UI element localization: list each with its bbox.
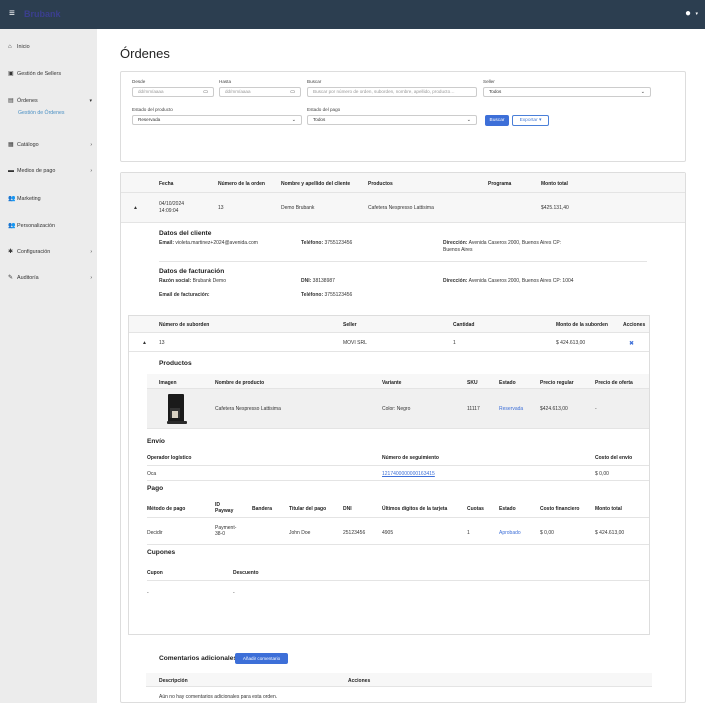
chevron-down-icon: ⌄ xyxy=(291,117,296,123)
main-content: Órdenes Desde dd/mm/aaaa ▭ Hasta dd/mm/a… xyxy=(97,29,705,703)
users-icon: 👥 xyxy=(8,223,16,229)
estado-pago-label: Estado del pago xyxy=(307,107,341,112)
tracking-link[interactable]: 1217400000000163415 xyxy=(382,471,435,477)
sidebar-item-label: Medios de pago xyxy=(17,168,56,174)
sidebar-item-marketing[interactable]: 👥 Marketing xyxy=(8,195,92,203)
chevron-right-icon: › xyxy=(90,248,92,255)
desde-date-input[interactable]: dd/mm/aaaa ▭ xyxy=(132,87,214,97)
sidebar-item-label: Órdenes xyxy=(17,97,38,104)
sidebar-item-catalogo[interactable]: ▦ Catálogo › xyxy=(8,141,92,149)
section-title: Datos de facturación xyxy=(159,268,225,275)
seller-select[interactable]: Todos ⌄ xyxy=(483,87,651,97)
book-icon: ▦ xyxy=(8,142,14,148)
user-menu-caret-icon[interactable]: ▾ xyxy=(695,11,698,17)
coffee-machine-image xyxy=(167,394,187,424)
estado-pago-select[interactable]: Todos ⌄ xyxy=(307,115,477,125)
buscar-label: Buscar xyxy=(307,79,322,84)
sidebar-item-personalizacion[interactable]: 👥 Personalización xyxy=(8,222,92,230)
search-button[interactable]: Buscar xyxy=(485,115,509,126)
sidebar-item-label: Catálogo xyxy=(17,141,39,148)
hamburger-menu-icon[interactable]: ≡ xyxy=(9,9,15,19)
sidebar-item-ordenes[interactable]: ▤ Órdenes ▾ xyxy=(8,97,92,105)
chevron-down-icon: ⌄ xyxy=(640,89,645,95)
empty-comments-text: Aún no hay comentarios adicionales para … xyxy=(159,694,278,700)
list-icon: ▤ xyxy=(8,98,14,104)
hasta-date-input[interactable]: dd/mm/aaaa ▭ xyxy=(219,87,301,97)
chevron-right-icon: › xyxy=(90,274,92,281)
edit-icon: ✎ xyxy=(8,275,14,281)
desde-label: Desde xyxy=(132,79,146,84)
calendar-icon: ▭ xyxy=(290,89,295,95)
section-title: Comentarios adicionales xyxy=(159,655,238,662)
store-icon: ▣ xyxy=(8,71,14,77)
status-badge: Reservada xyxy=(499,406,524,412)
sidebar-item-label: Inicio xyxy=(17,44,30,50)
sidebar-item-configuracion[interactable]: ✱ Configuración › xyxy=(8,248,92,256)
chevron-right-icon: › xyxy=(90,168,92,174)
sidebar: ⌂ Inicio ▣ Gestión de Sellers ▤ Órdenes … xyxy=(0,29,97,703)
user-icon[interactable]: ● xyxy=(685,8,691,19)
sidebar-item-label: Personalización xyxy=(17,222,56,229)
seller-label: Seller xyxy=(483,79,495,84)
chevron-right-icon: › xyxy=(90,141,92,148)
suborder-panel: Número de suborden Seller Cantidad Monto… xyxy=(128,315,650,635)
estado-producto-label: Estado del producto xyxy=(132,107,173,112)
card-icon: ▬ xyxy=(8,168,14,174)
sidebar-item-sellers[interactable]: ▣ Gestión de Sellers xyxy=(8,70,92,78)
section-title: Envío xyxy=(147,438,165,445)
brand-logo[interactable]: Brubank xyxy=(24,9,61,19)
filter-panel: Desde dd/mm/aaaa ▭ Hasta dd/mm/aaaa ▭ Bu… xyxy=(120,71,686,162)
search-input[interactable]: Buscar por número de orden, suborden, no… xyxy=(307,87,477,97)
section-title: Cupones xyxy=(147,549,176,556)
sidebar-item-label: Gestión de Sellers xyxy=(17,70,62,77)
export-button[interactable]: Exportar ▾ xyxy=(512,115,549,126)
users-icon: 👥 xyxy=(8,196,16,202)
add-comment-button[interactable]: Añadir comentario xyxy=(235,653,288,664)
orders-card: Fecha Número de la orden Nombre y apelli… xyxy=(120,172,686,703)
hasta-label: Hasta xyxy=(219,79,232,84)
sidebar-item-inicio[interactable]: ⌂ Inicio xyxy=(8,44,92,50)
collapse-toggle-icon[interactable]: ▲ xyxy=(142,340,147,346)
top-bar: ≡ Brubank ● ▾ xyxy=(0,0,705,29)
section-title: Datos del cliente xyxy=(159,230,212,237)
sidebar-subitem-gestion-ordenes[interactable]: Gestión de Órdenes xyxy=(18,110,64,116)
calendar-icon: ▭ xyxy=(203,89,208,95)
section-title: Pago xyxy=(147,485,164,492)
close-icon[interactable]: ✖ xyxy=(629,340,634,347)
orders-table-header xyxy=(121,173,685,193)
home-icon: ⌂ xyxy=(8,44,12,50)
sidebar-item-label: Configuración xyxy=(17,248,51,255)
chevron-down-icon: ▾ xyxy=(89,97,92,104)
chevron-down-icon: ⌄ xyxy=(466,117,471,123)
estado-producto-select[interactable]: Reservada ⌄ xyxy=(132,115,302,125)
page-title: Órdenes xyxy=(120,46,170,61)
sidebar-item-medios-pago[interactable]: ▬ Medios de pago › xyxy=(8,168,92,174)
gear-icon: ✱ xyxy=(8,249,14,255)
collapse-toggle-icon[interactable]: ▲ xyxy=(133,205,138,211)
section-title: Productos xyxy=(159,360,192,367)
status-badge: Aprobado xyxy=(499,530,521,536)
sidebar-item-label: Auditoría xyxy=(17,274,39,281)
sidebar-item-label: Marketing xyxy=(17,195,41,202)
sidebar-item-auditoria[interactable]: ✎ Auditoría › xyxy=(8,274,92,282)
